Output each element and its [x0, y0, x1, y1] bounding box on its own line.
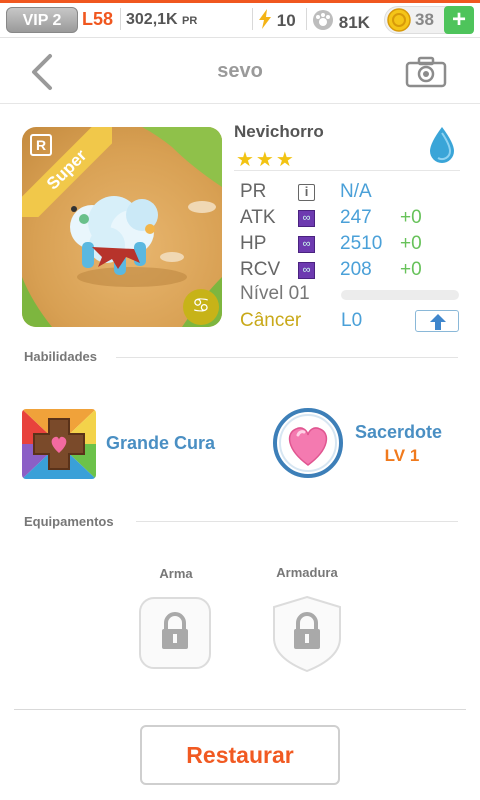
equipment-section-title: Equipamentos [24, 514, 114, 529]
paw-icon [313, 10, 333, 30]
power-unit: PR [182, 15, 198, 27]
heal-skill-icon [22, 409, 96, 479]
leader-skill-name[interactable]: Sacerdote [355, 422, 442, 443]
divider [120, 8, 121, 30]
star-rating: ★★★ [236, 149, 296, 171]
nav-bar: sevo [0, 40, 480, 104]
weapon-label: Arma [159, 566, 193, 581]
sign-level: L0 [341, 310, 363, 331]
status-bar: VIP 2 L58 302,1K PR 10 81K 38 + [0, 0, 480, 38]
add-coins-button[interactable]: + [444, 6, 474, 34]
stat-label: ATK [240, 207, 276, 228]
divider [14, 709, 466, 710]
stat-value: 247 [340, 207, 372, 228]
camera-icon[interactable] [405, 56, 447, 88]
divider [136, 521, 458, 522]
hero-level: Nível 01 [240, 283, 310, 304]
upgrade-sign-button[interactable] [415, 310, 459, 332]
super-ribbon: Super [22, 127, 112, 217]
active-skill-name[interactable]: Grande Cura [106, 433, 215, 454]
leader-skill-icon[interactable] [272, 407, 344, 479]
water-element-icon [430, 127, 454, 163]
armor-label: Armadura [276, 565, 338, 580]
infinity-icon: ∞ [298, 210, 315, 227]
coin-value: 38 [415, 10, 434, 29]
team-power: 302,1K PR [126, 9, 197, 32]
stat-label: RCV [240, 259, 281, 280]
infinity-icon: ∞ [298, 262, 315, 279]
stat-bonus: +0 [400, 207, 422, 228]
energy-counter[interactable]: 10 [258, 9, 296, 32]
lightning-icon [259, 9, 271, 29]
stat-bonus: +0 [400, 233, 422, 254]
paw-counter[interactable]: 81K [312, 9, 370, 34]
infinity-icon: ∞ [298, 236, 315, 253]
power-value: 302,1K [126, 11, 178, 28]
stat-value: 2510 [340, 233, 383, 254]
active-skill-icon[interactable] [22, 409, 96, 479]
stat-bonus: +0 [400, 259, 422, 280]
divider [306, 8, 307, 30]
status-bar-accent [0, 0, 480, 3]
stat-value: 208 [340, 259, 372, 280]
arrow-up-icon [430, 314, 446, 330]
vip-badge[interactable]: VIP 2 [6, 7, 78, 33]
leader-skill-level: LV 1 [384, 446, 420, 465]
divider [116, 357, 458, 358]
super-ribbon-label: Super [42, 145, 91, 194]
info-icon[interactable]: i [298, 184, 315, 201]
sign-name: Câncer [240, 310, 302, 331]
divider [252, 8, 253, 30]
cancer-sign-icon: ♋ [183, 289, 219, 325]
stat-value: N/A [340, 181, 372, 202]
energy-value: 10 [276, 11, 296, 30]
player-level: L58 [82, 9, 114, 29]
stat-label: PR [240, 181, 267, 202]
armor-slot[interactable] [270, 594, 344, 674]
stat-label: HP [240, 233, 267, 254]
divider [234, 170, 460, 171]
hero-name: Nevichorro [234, 122, 324, 141]
coin-icon [387, 8, 411, 32]
experience-bar [341, 290, 459, 300]
skills-section-title: Habilidades [24, 349, 97, 364]
paw-value: 81K [338, 13, 370, 32]
weapon-slot[interactable] [138, 596, 212, 670]
restore-button[interactable]: Restaurar [140, 725, 340, 785]
